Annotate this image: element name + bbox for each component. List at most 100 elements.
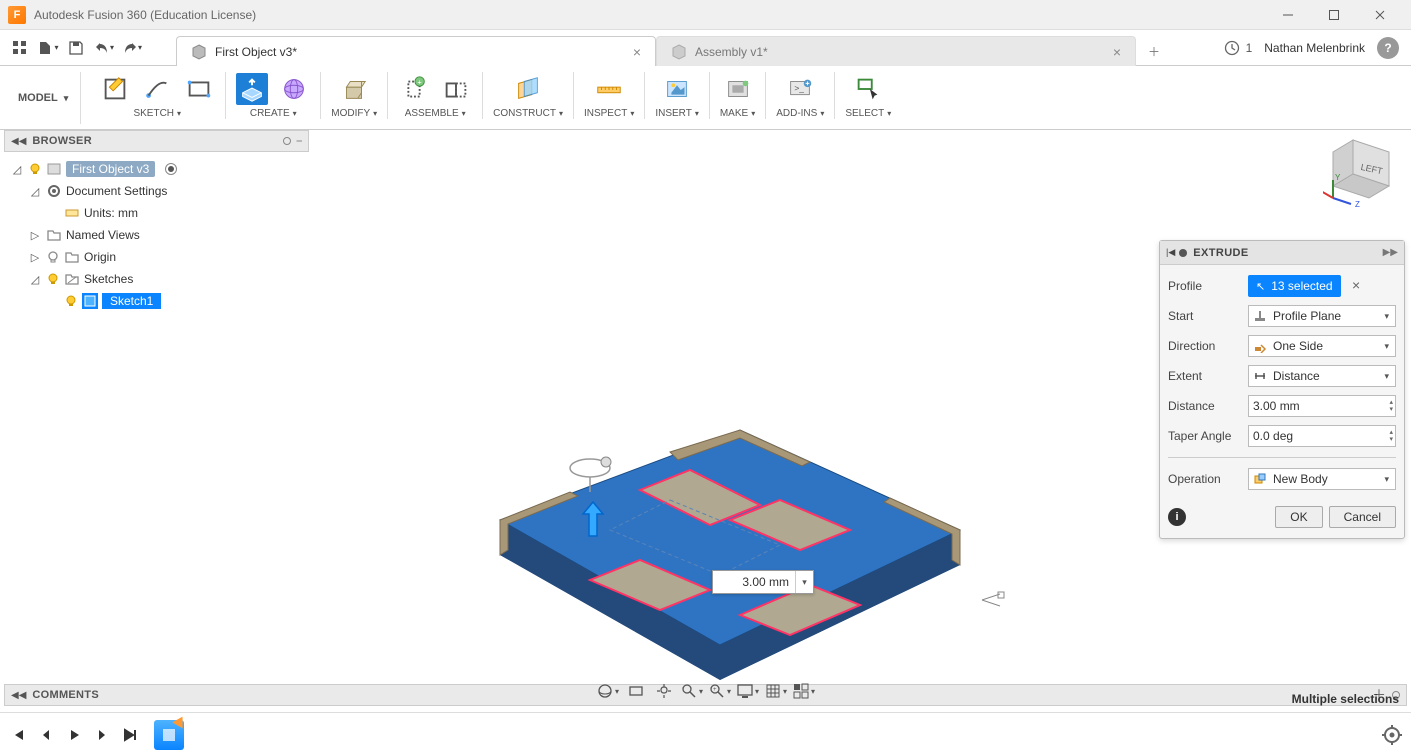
select-icon[interactable]: [852, 73, 884, 105]
active-component-radio[interactable]: [165, 163, 177, 175]
tree-named-views[interactable]: ▷ Named Views: [10, 224, 309, 246]
twisty-open-icon[interactable]: ◿: [28, 185, 42, 198]
expand-icon[interactable]: ▶▶: [1383, 247, 1398, 258]
timeline-sketch-feature[interactable]: [154, 720, 184, 750]
rectangle-icon[interactable]: [183, 73, 215, 105]
clear-selection-button[interactable]: ×: [1352, 277, 1360, 293]
maximize-button[interactable]: [1311, 0, 1357, 30]
distance-input[interactable]: 3.00 mm ▴▾: [1248, 395, 1396, 417]
twisty-open-icon[interactable]: ◿: [10, 163, 24, 176]
display-settings-button[interactable]: ▾: [735, 680, 761, 702]
timeline-end-button[interactable]: [120, 725, 140, 745]
undo-button[interactable]: ▾: [90, 34, 118, 62]
tree-sketch1[interactable]: Sketch1: [10, 290, 309, 312]
info-button[interactable]: i: [1168, 508, 1186, 526]
browser-header[interactable]: ◀◀ BROWSER ⎯: [4, 130, 309, 152]
press-pull-icon[interactable]: [338, 73, 370, 105]
visibility-bulb-icon[interactable]: [28, 162, 42, 176]
workspace-switcher[interactable]: MODEL▾: [6, 72, 81, 124]
insert-derive-icon[interactable]: [661, 73, 693, 105]
ribbon-group-label[interactable]: MODIFY▾: [331, 108, 377, 119]
ribbon-group-label[interactable]: INSERT▾: [655, 108, 699, 119]
tab-close-button[interactable]: ×: [629, 44, 645, 60]
zoom-button[interactable]: ▾: [679, 680, 705, 702]
tree-units[interactable]: Units: mm: [10, 202, 309, 224]
extent-select[interactable]: Distance▾: [1248, 365, 1396, 387]
close-button[interactable]: [1357, 0, 1403, 30]
spinner-icon[interactable]: ▴▾: [1389, 429, 1393, 443]
new-component-icon[interactable]: +: [398, 73, 430, 105]
tree-doc-settings[interactable]: ◿ Document Settings: [10, 180, 309, 202]
help-button[interactable]: ?: [1377, 37, 1399, 59]
print-3d-icon[interactable]: [722, 73, 754, 105]
line-icon[interactable]: [141, 73, 173, 105]
twisty-closed-icon[interactable]: ▷: [28, 229, 42, 242]
orbit-button[interactable]: ▾: [595, 680, 621, 702]
timeline-next-button[interactable]: [92, 725, 112, 745]
ribbon-group-label[interactable]: INSPECT▾: [584, 108, 634, 119]
extrude-manipulator[interactable]: [578, 500, 608, 543]
plane-icon[interactable]: [512, 73, 544, 105]
file-menu-button[interactable]: ▾: [34, 34, 62, 62]
collapse-icon[interactable]: ◀◀: [11, 136, 26, 147]
timeline-start-button[interactable]: [8, 725, 28, 745]
viewport-layout-button[interactable]: ▾: [791, 680, 817, 702]
tab-first-object[interactable]: First Object v3* ×: [176, 36, 656, 66]
minimize-button[interactable]: [1265, 0, 1311, 30]
pan-button[interactable]: [651, 680, 677, 702]
fit-button[interactable]: +▾: [707, 680, 733, 702]
new-sketch-icon[interactable]: [99, 73, 131, 105]
dimension-value[interactable]: 3.00 mm: [713, 575, 795, 589]
spinner-icon[interactable]: ▴▾: [1389, 399, 1393, 413]
dimension-input[interactable]: 3.00 mm ▾: [712, 570, 814, 594]
ribbon-group-label[interactable]: ASSEMBLE▾: [405, 108, 466, 119]
joint-icon[interactable]: [440, 73, 472, 105]
tree-root[interactable]: ◿ First Object v3: [10, 158, 309, 180]
tree-sketches[interactable]: ◿ Sketches: [10, 268, 309, 290]
visibility-bulb-icon[interactable]: [64, 294, 78, 308]
direction-select[interactable]: One Side▾: [1248, 335, 1396, 357]
ribbon-group-label[interactable]: ADD-INS▾: [776, 108, 824, 119]
ribbon-group-label[interactable]: CONSTRUCT▾: [493, 108, 563, 119]
redo-button[interactable]: ▾: [118, 34, 146, 62]
job-status[interactable]: 1: [1224, 40, 1253, 56]
timeline-play-button[interactable]: [64, 725, 84, 745]
dimension-dropdown[interactable]: ▾: [795, 571, 813, 593]
expand-handle[interactable]: ⎯: [297, 135, 303, 148]
timeline-prev-button[interactable]: [36, 725, 56, 745]
cancel-button[interactable]: Cancel: [1329, 506, 1396, 528]
extrude-header[interactable]: |◀ EXTRUDE ▶▶: [1160, 241, 1404, 265]
tree-origin[interactable]: ▷ Origin: [10, 246, 309, 268]
extrude-icon[interactable]: [236, 73, 268, 105]
tab-assembly[interactable]: Assembly v1* ×: [656, 36, 1136, 66]
twisty-open-icon[interactable]: ◿: [28, 273, 42, 286]
scripts-icon[interactable]: >_: [784, 73, 816, 105]
visibility-bulb-off-icon[interactable]: [46, 250, 60, 264]
measure-icon[interactable]: [593, 73, 625, 105]
profile-selection-chip[interactable]: ↖ 13 selected: [1248, 275, 1341, 297]
collapse-icon[interactable]: ◀◀: [11, 690, 26, 701]
timeline-settings-button[interactable]: [1381, 724, 1403, 746]
collapse-all-icon[interactable]: |◀: [1166, 247, 1175, 258]
ok-button[interactable]: OK: [1275, 506, 1322, 528]
ribbon-group-label[interactable]: CREATE▾: [250, 108, 297, 119]
grid-settings-button[interactable]: ▾: [763, 680, 789, 702]
ribbon-group-label[interactable]: SKETCH▾: [133, 108, 181, 119]
data-panel-button[interactable]: [6, 34, 34, 62]
viewcube[interactable]: LEFT Z Y: [1323, 130, 1403, 210]
visibility-bulb-icon[interactable]: [46, 272, 60, 286]
tab-close-button[interactable]: ×: [1109, 44, 1125, 60]
taper-input[interactable]: 0.0 deg ▴▾: [1248, 425, 1396, 447]
look-at-button[interactable]: [623, 680, 649, 702]
new-tab-button[interactable]: ＋: [1140, 37, 1168, 65]
twisty-closed-icon[interactable]: ▷: [28, 251, 42, 264]
ribbon-group-label[interactable]: SELECT▾: [845, 108, 891, 119]
user-name[interactable]: Nathan Melenbrink: [1264, 41, 1365, 55]
ribbon-group-label[interactable]: MAKE▾: [720, 108, 755, 119]
sphere-icon[interactable]: [278, 73, 310, 105]
save-button[interactable]: [62, 34, 90, 62]
distance-value: 3.00 mm: [1253, 399, 1300, 413]
settings-dot-icon[interactable]: [283, 137, 291, 145]
operation-select[interactable]: New Body▾: [1248, 468, 1396, 490]
start-select[interactable]: Profile Plane▾: [1248, 305, 1396, 327]
